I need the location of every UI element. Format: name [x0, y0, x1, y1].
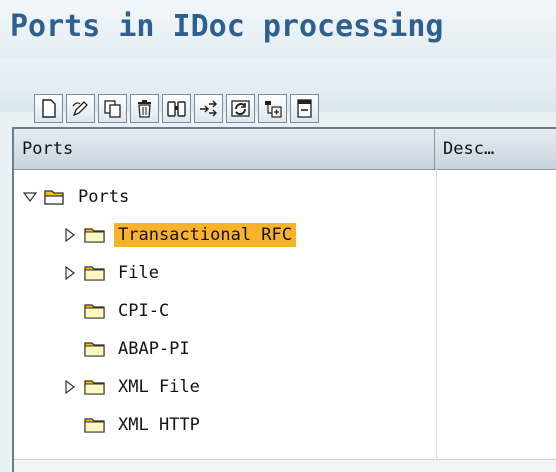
tree-footer — [14, 460, 556, 472]
tree-node-label: ABAP-PI — [118, 338, 190, 359]
tree-node-label: Transactional RFC — [114, 222, 296, 247]
folder-icon — [84, 301, 108, 321]
collapse-subtree-icon — [297, 99, 312, 118]
folder-icon — [84, 377, 108, 397]
transport-arrows-icon — [200, 100, 217, 117]
expand-subtree-icon — [265, 101, 282, 118]
tree-node-abap-pi[interactable]: ABAP-PI — [14, 330, 556, 367]
ports-tree: Ports Desc… Ports Transactional RFC File — [12, 127, 556, 472]
tree-node-label: CPI-C — [118, 300, 170, 321]
refresh-icon — [231, 100, 250, 117]
collapsed-triangle-icon[interactable] — [60, 263, 80, 283]
folder-icon — [84, 339, 108, 359]
tree-node-root[interactable]: Ports — [14, 178, 556, 215]
expand-button[interactable] — [258, 94, 287, 123]
tree-node-label: File — [118, 262, 159, 283]
copy-button[interactable] — [98, 94, 127, 123]
collapsed-triangle-icon[interactable] — [60, 225, 80, 245]
page-title: Ports in IDoc processing — [10, 9, 444, 44]
change-button[interactable] — [66, 94, 95, 123]
tree-node-label: XML HTTP — [118, 414, 200, 435]
pencil-icon — [72, 101, 88, 117]
create-button[interactable] — [34, 94, 63, 123]
find-button[interactable] — [162, 94, 191, 123]
trash-icon — [138, 100, 151, 118]
tree-node-file[interactable]: File — [14, 254, 556, 291]
delete-button[interactable] — [130, 94, 159, 123]
refresh-button[interactable] — [226, 94, 255, 123]
binoculars-icon — [167, 101, 186, 117]
tree-node-cpi-c[interactable]: CPI-C — [14, 292, 556, 329]
folder-icon — [84, 263, 108, 283]
collapse-button[interactable] — [290, 94, 319, 123]
collapsed-triangle-icon[interactable] — [60, 377, 80, 397]
transfer-button[interactable] — [194, 94, 223, 123]
folder-icon — [84, 415, 108, 435]
column-header-description[interactable]: Desc… — [435, 129, 556, 169]
folder-icon — [84, 225, 108, 245]
expanded-triangle-icon[interactable] — [20, 187, 40, 207]
tree-node-transactional-rfc[interactable]: Transactional RFC — [14, 216, 556, 253]
copy-icon — [104, 100, 121, 118]
tree-node-label: Ports — [78, 186, 130, 207]
open-folder-icon — [44, 187, 68, 207]
tree-header: Ports Desc… — [14, 129, 556, 170]
tree-node-label: XML File — [118, 376, 200, 397]
new-document-icon — [42, 99, 56, 118]
tree-node-xml-http[interactable]: XML HTTP — [14, 406, 556, 443]
column-header-ports[interactable]: Ports — [14, 129, 434, 169]
tree-node-xml-file[interactable]: XML File — [14, 368, 556, 405]
